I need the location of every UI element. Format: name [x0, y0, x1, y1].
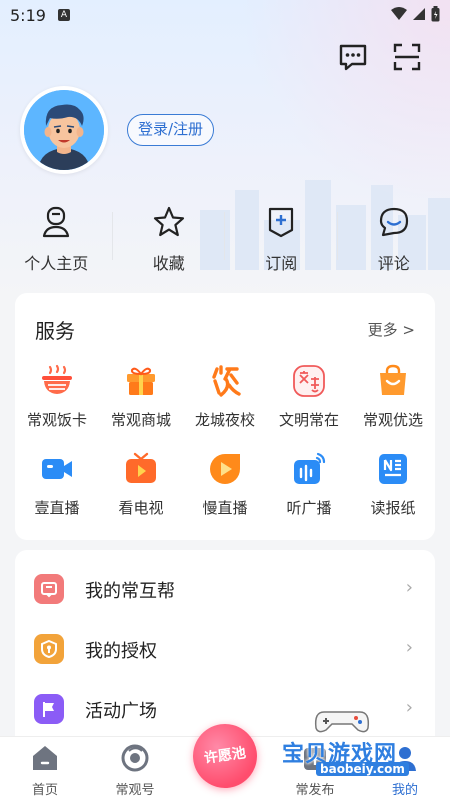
service-newspaper[interactable]: 读报纸 — [351, 451, 435, 539]
radio-icon — [294, 452, 326, 484]
scan-icon[interactable] — [390, 40, 424, 74]
service-label: 听广播 — [286, 499, 332, 517]
tab-mine[interactable]: 我的 — [360, 737, 450, 800]
tab-publish[interactable]: 常发布 — [270, 737, 360, 800]
service-label: 文明常在 — [278, 411, 339, 429]
tab-home[interactable]: 首页 — [0, 737, 90, 800]
civility-icon — [293, 365, 325, 397]
shopping-bag-icon — [380, 364, 406, 395]
quick-action-comments[interactable]: 评论 — [338, 204, 450, 274]
star-icon — [153, 206, 184, 237]
quick-actions: 个人主页 收藏 订阅 评论 — [0, 204, 450, 274]
notification-badge-icon: A — [58, 9, 70, 21]
chevron-right-icon: › — [405, 697, 413, 718]
quick-action-subscribe[interactable]: 订阅 — [225, 204, 338, 274]
chevron-right-icon: › — [405, 637, 413, 658]
quick-action-label: 收藏 — [152, 254, 185, 273]
tab-label: 我的 — [391, 783, 418, 798]
service-label: 龙城夜校 — [194, 411, 255, 429]
service-select[interactable]: 常观优选 — [351, 363, 435, 451]
battery-icon — [431, 6, 440, 22]
gift-icon — [127, 367, 155, 395]
play-circle-icon — [210, 454, 240, 484]
newspaper-icon — [379, 454, 407, 484]
signal-icon — [413, 8, 425, 20]
service-live-one[interactable]: 壹直播 — [15, 451, 99, 539]
wifi-icon — [391, 7, 407, 20]
services-more-link[interactable]: 更多 > — [368, 319, 415, 340]
menu-item-mutual-help[interactable]: 我的常互帮 › — [15, 560, 435, 620]
service-label: 看电视 — [118, 499, 164, 517]
quick-action-label: 个人主页 — [24, 254, 89, 273]
video-camera-icon — [42, 459, 72, 479]
avatar-illustration — [24, 90, 104, 170]
service-civility[interactable]: 文明常在 — [267, 363, 351, 451]
tv-icon — [126, 452, 156, 483]
tab-channels[interactable]: 常观号 — [90, 737, 180, 800]
publish-icon — [304, 748, 326, 770]
service-label: 常观饭卡 — [26, 411, 87, 429]
menu-item-authorization[interactable]: 我的授权 › — [15, 620, 435, 680]
status-icons — [391, 6, 440, 22]
services-title: 服务 — [35, 319, 75, 343]
service-meal-card[interactable]: 常观饭卡 — [15, 363, 99, 451]
chevron-right-icon: › — [405, 577, 413, 598]
home-icon — [33, 746, 57, 770]
user-icon — [394, 747, 416, 771]
quick-action-label: 订阅 — [265, 254, 298, 273]
service-label: 壹直播 — [34, 499, 80, 517]
service-label: 读报纸 — [370, 499, 416, 517]
comment-smile-icon — [379, 207, 408, 237]
service-radio[interactable]: 听广播 — [267, 451, 351, 539]
lens-icon — [121, 744, 149, 772]
person-icon — [43, 206, 70, 238]
service-night-school[interactable]: 龙城夜校 — [183, 363, 267, 451]
service-label: 常观商城 — [110, 411, 171, 429]
service-mall[interactable]: 常观商城 — [99, 363, 183, 451]
services-grid: 常观饭卡 常观商城 龙城夜校 文明常在 常观优选 壹直播 看电视 慢直播 听广播… — [15, 363, 435, 539]
help-chat-icon — [34, 574, 64, 604]
tab-label: 常观号 — [115, 783, 155, 798]
flag-icon — [34, 694, 64, 724]
service-slow-live[interactable]: 慢直播 — [183, 451, 267, 539]
quick-action-profile[interactable]: 个人主页 — [0, 204, 113, 274]
service-label: 慢直播 — [202, 499, 248, 517]
quick-action-label: 评论 — [377, 254, 410, 273]
tab-label: 首页 — [31, 783, 58, 798]
login-register-button[interactable]: 登录/注册 — [127, 114, 215, 146]
services-row: 常观饭卡 常观商城 龙城夜校 文明常在 常观优选 — [15, 363, 435, 451]
tab-label: 常发布 — [295, 783, 335, 798]
message-icon[interactable] — [336, 40, 370, 74]
status-bar: 5:19 A — [0, 0, 450, 30]
status-time: 5:19 — [10, 6, 46, 25]
services-card: 服务 更多 > 常观饭卡 常观商城 龙城夜校 文明常在 常观优选 壹直播 看电视… — [15, 293, 435, 540]
quick-action-favorites[interactable]: 收藏 — [113, 204, 225, 274]
menu-item-label: 我的常互帮 — [85, 581, 175, 602]
key-shield-icon — [34, 634, 64, 664]
bowl-icon — [42, 364, 72, 394]
menu-item-label: 活动广场 — [85, 701, 157, 722]
menu-item-label: 我的授权 — [85, 641, 157, 662]
night-school-icon — [212, 365, 241, 397]
avatar[interactable] — [20, 86, 108, 174]
service-tv[interactable]: 看电视 — [99, 451, 183, 539]
service-label: 常观优选 — [362, 411, 423, 429]
services-row: 壹直播 看电视 慢直播 听广播 读报纸 — [15, 451, 435, 539]
menu-list-card: 我的常互帮 › 我的授权 › 活动广场 › — [15, 550, 435, 750]
subscribe-plus-icon — [269, 207, 294, 238]
